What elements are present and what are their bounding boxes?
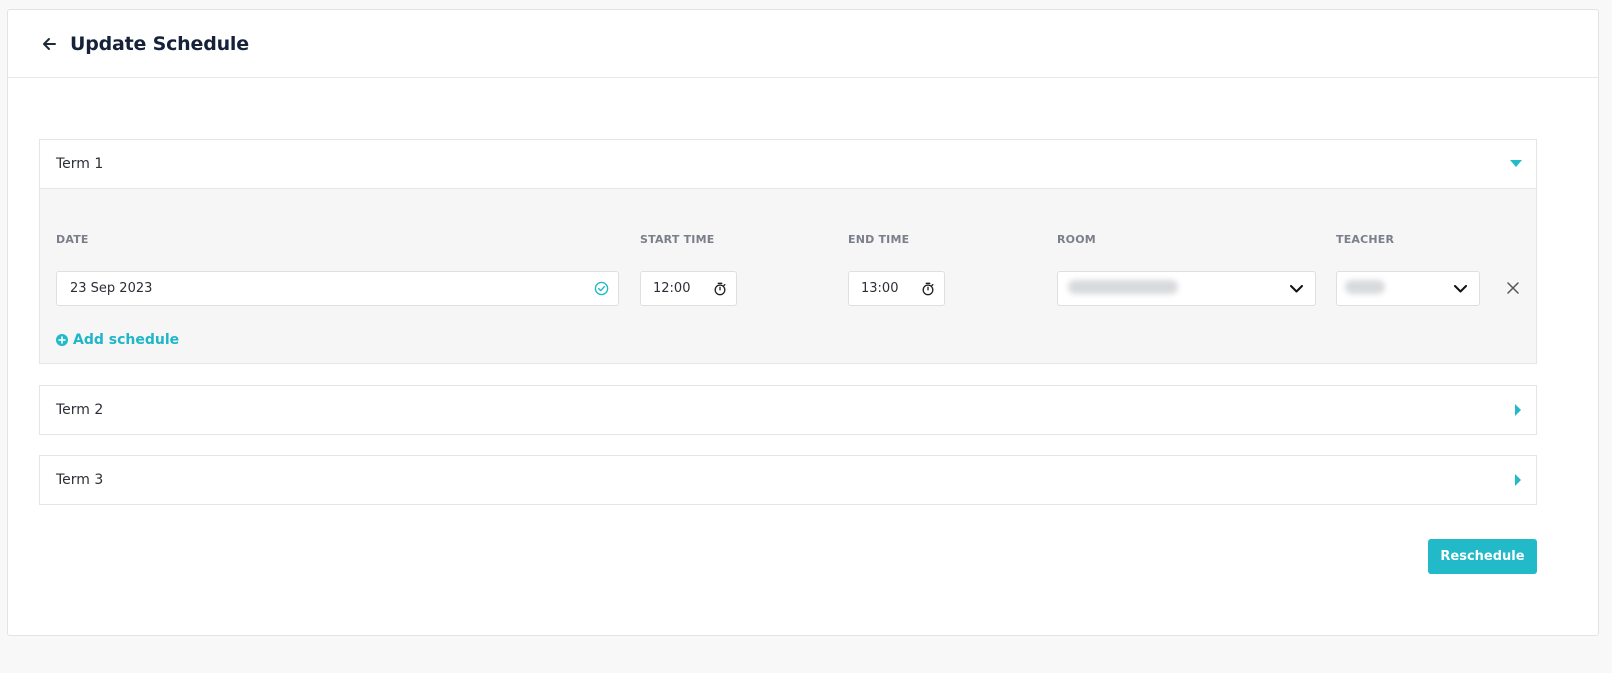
update-schedule-card: Update Schedule Term 1 DATE START TIME E… xyxy=(7,9,1599,636)
end-time-input[interactable]: 13:00 xyxy=(848,271,945,306)
room-select[interactable] xyxy=(1057,271,1316,306)
term-2-accordion: Term 2 xyxy=(39,385,1537,435)
add-schedule-label: Add schedule xyxy=(73,332,180,348)
start-time-value: 12:00 xyxy=(653,281,691,296)
start-time-input[interactable]: 12:00 xyxy=(640,271,737,306)
date-input[interactable]: 23 Sep 2023 xyxy=(56,271,619,306)
date-value: 23 Sep 2023 xyxy=(70,281,153,296)
teacher-value xyxy=(1345,279,1454,298)
chevron-down-icon xyxy=(1290,284,1303,292)
teacher-value-redacted xyxy=(1345,279,1385,294)
term-2-header[interactable]: Term 2 xyxy=(40,386,1536,434)
remove-schedule-button[interactable] xyxy=(1505,280,1521,296)
term-1-title: Term 1 xyxy=(56,156,104,172)
teacher-select[interactable] xyxy=(1336,271,1480,306)
back-button[interactable] xyxy=(39,34,59,54)
caret-right-icon xyxy=(1515,474,1521,486)
stopwatch-icon xyxy=(922,282,934,295)
caret-right-icon xyxy=(1515,404,1521,416)
chevron-down-icon xyxy=(1454,284,1467,292)
check-circle-icon xyxy=(594,281,609,296)
reschedule-button[interactable]: Reschedule xyxy=(1428,539,1537,574)
room-value-redacted xyxy=(1068,279,1178,294)
term-3-accordion: Term 3 xyxy=(39,455,1537,505)
room-column-label: ROOM xyxy=(1057,233,1096,246)
page-title: Update Schedule xyxy=(70,32,249,55)
end-time-column-label: END TIME xyxy=(848,233,910,246)
close-icon xyxy=(1507,282,1519,294)
term-3-title: Term 3 xyxy=(56,472,104,488)
term-2-title: Term 2 xyxy=(56,402,104,418)
term-1-header[interactable]: Term 1 xyxy=(40,140,1536,188)
caret-down-icon xyxy=(1510,160,1522,167)
add-schedule-button[interactable]: Add schedule xyxy=(56,332,179,348)
arrow-left-icon xyxy=(43,37,56,50)
teacher-column-label: TEACHER xyxy=(1336,233,1395,246)
date-column-label: DATE xyxy=(56,233,89,246)
room-value xyxy=(1068,279,1290,298)
stopwatch-icon xyxy=(714,282,726,295)
term-1-body: DATE START TIME END TIME ROOM TEACHER 23… xyxy=(40,188,1536,363)
term-3-header[interactable]: Term 3 xyxy=(40,456,1536,504)
end-time-value: 13:00 xyxy=(861,281,899,296)
page-header: Update Schedule xyxy=(8,10,1598,78)
start-time-column-label: START TIME xyxy=(640,233,715,246)
term-1-accordion: Term 1 DATE START TIME END TIME ROOM TEA… xyxy=(39,139,1537,364)
plus-circle-icon xyxy=(56,334,68,346)
